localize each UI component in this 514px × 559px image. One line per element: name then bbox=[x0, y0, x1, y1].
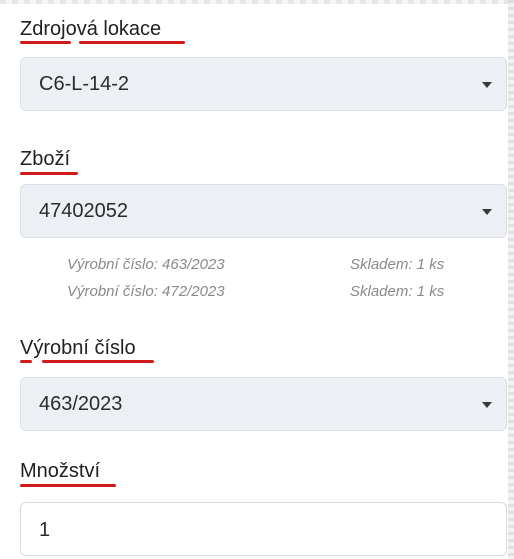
serial-number-value: 463/2023 bbox=[39, 393, 123, 415]
spellcheck-underline bbox=[42, 360, 154, 363]
stock-transfer-form: Zdrojová lokace C6-L-14-2 Zboží 47402052… bbox=[0, 0, 514, 559]
torn-edge-top bbox=[0, 0, 514, 4]
quantity-value[interactable]: 1 bbox=[39, 518, 50, 542]
spellcheck-underline bbox=[20, 484, 116, 487]
spellcheck-underline bbox=[20, 41, 71, 44]
source-location-label: Zdrojová lokace bbox=[20, 18, 162, 40]
serial-number-label: Výrobní číslo bbox=[20, 337, 136, 359]
batch-stock-text: Skladem: 1 ks bbox=[350, 283, 445, 300]
batch-serial-text: Výrobní číslo: 472/2023 bbox=[67, 283, 225, 300]
source-location-value: C6-L-14-2 bbox=[39, 73, 130, 95]
spellcheck-underline bbox=[20, 360, 32, 363]
spellcheck-underline bbox=[20, 172, 78, 175]
spellcheck-underline bbox=[79, 41, 185, 44]
goods-select[interactable]: 47402052 bbox=[20, 184, 507, 238]
quantity-input[interactable]: 1 bbox=[20, 502, 507, 556]
batch-serial-text: Výrobní číslo: 463/2023 bbox=[67, 256, 225, 273]
chevron-down-icon[interactable] bbox=[482, 82, 492, 88]
batch-stock-text: Skladem: 1 ks bbox=[350, 256, 445, 273]
chevron-down-icon[interactable] bbox=[482, 402, 492, 408]
serial-number-select[interactable]: 463/2023 bbox=[20, 377, 507, 431]
quantity-label: Množství bbox=[20, 460, 101, 482]
torn-edge-right bbox=[508, 0, 514, 559]
source-location-select[interactable]: C6-L-14-2 bbox=[20, 57, 507, 111]
chevron-down-icon[interactable] bbox=[482, 209, 492, 215]
goods-value: 47402052 bbox=[39, 200, 128, 222]
goods-label: Zboží bbox=[20, 148, 71, 170]
